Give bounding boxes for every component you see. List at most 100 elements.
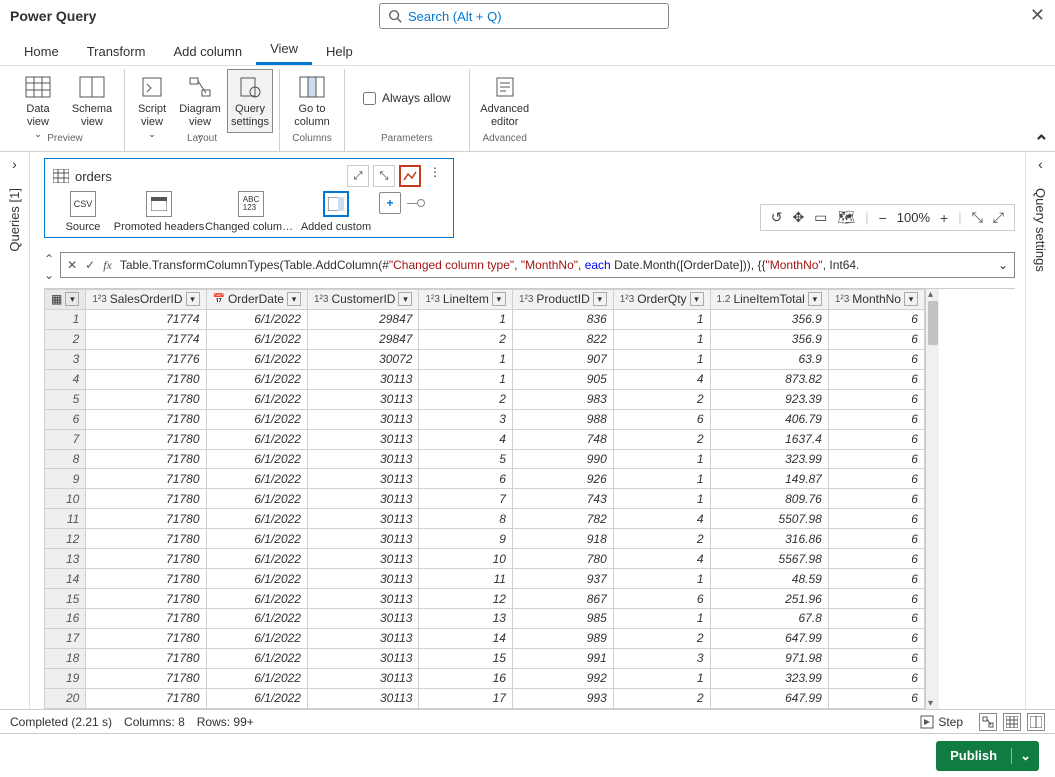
more-options-icon[interactable]: ⋮ [425, 165, 445, 187]
cell[interactable]: 71780 [86, 409, 206, 429]
table-row[interactable]: 14717806/1/20223011311937148.596 [45, 569, 925, 589]
table-row[interactable]: 3717766/1/2022300721907163.96 [45, 349, 925, 369]
formula-bar[interactable]: ✕ ✓ fx Table.TransformColumnTypes(Table.… [60, 252, 1015, 278]
cell[interactable]: 6 [828, 668, 924, 688]
table-row[interactable]: 13717806/1/2022301131078045567.986 [45, 549, 925, 569]
fit-screen-icon[interactable]: ▭ [814, 209, 827, 226]
pan-icon[interactable]: ✥ [792, 209, 804, 226]
table-row[interactable]: 11717806/1/202230113878245507.986 [45, 509, 925, 529]
column-header-LineItem[interactable]: 1²3LineItem▾ [419, 290, 512, 310]
cell[interactable]: 6/1/2022 [206, 668, 307, 688]
column-header-MonthNo[interactable]: 1²3MonthNo▾ [828, 290, 924, 310]
queries-panel-label[interactable]: Queries [1] [7, 188, 22, 252]
table-row[interactable]: 10717806/1/20223011377431809.766 [45, 489, 925, 509]
cell[interactable]: 71780 [86, 449, 206, 469]
grid-mode-icon[interactable] [1003, 713, 1021, 731]
scroll-thumb[interactable] [928, 301, 938, 345]
cell[interactable]: 30113 [307, 589, 418, 609]
cell[interactable]: 6/1/2022 [206, 349, 307, 369]
cell[interactable]: 1 [613, 489, 710, 509]
table-row[interactable]: 5717806/1/20223011329832923.396 [45, 389, 925, 409]
cell[interactable]: 63.9 [710, 349, 828, 369]
cell[interactable]: 6/1/2022 [206, 409, 307, 429]
schema-mode-icon[interactable] [1027, 713, 1045, 731]
cell[interactable]: 30113 [307, 609, 418, 629]
cancel-formula-icon[interactable]: ✕ [67, 258, 77, 272]
cell[interactable]: 918 [512, 529, 613, 549]
cell[interactable]: 1 [613, 349, 710, 369]
cell[interactable]: 30113 [307, 529, 418, 549]
cell[interactable]: 30113 [307, 648, 418, 668]
add-step-button[interactable]: + [379, 192, 401, 214]
cell[interactable]: 5 [419, 449, 512, 469]
cell[interactable]: 9 [419, 529, 512, 549]
row-number-header[interactable]: ▦▾ [45, 290, 86, 310]
corner-dropdown-icon[interactable]: ▾ [65, 292, 79, 306]
cell[interactable]: 748 [512, 429, 613, 449]
cell[interactable]: 6 [828, 309, 924, 329]
table-row[interactable]: 4717806/1/20223011319054873.826 [45, 369, 925, 389]
fullscreen-icon[interactable]: ⤢ [993, 209, 1004, 226]
cell[interactable]: 1 [613, 569, 710, 589]
cell[interactable]: 323.99 [710, 449, 828, 469]
cell[interactable]: 6/1/2022 [206, 369, 307, 389]
query-settings-panel-label[interactable]: Query settings [1033, 188, 1048, 272]
column-profile-icon[interactable] [399, 165, 421, 187]
column-header-CustomerID[interactable]: 1²3CustomerID▾ [307, 290, 418, 310]
schema-view-button[interactable]: Schema view [66, 69, 118, 133]
cell[interactable]: 316.86 [710, 529, 828, 549]
cell[interactable]: 12 [419, 589, 512, 609]
cell[interactable]: 4 [419, 429, 512, 449]
expand-settings-icon[interactable]: ‹ [1038, 156, 1043, 172]
cell[interactable]: 30113 [307, 409, 418, 429]
cell[interactable]: 13 [419, 609, 512, 629]
zoom-out-icon[interactable]: − [879, 210, 887, 226]
scroll-up-icon[interactable]: ▴ [928, 289, 933, 300]
always-allow-input[interactable] [363, 92, 376, 105]
cell[interactable]: 991 [512, 648, 613, 668]
cell[interactable]: 71780 [86, 609, 206, 629]
cell[interactable]: 71780 [86, 429, 206, 449]
cell[interactable]: 1 [613, 309, 710, 329]
cell[interactable]: 4 [613, 549, 710, 569]
expand-queries-icon[interactable]: › [12, 156, 17, 172]
table-row[interactable]: 1717746/1/20222984718361356.96 [45, 309, 925, 329]
cell[interactable]: 867 [512, 589, 613, 609]
cell[interactable]: 30113 [307, 628, 418, 648]
tab-help[interactable]: Help [312, 38, 367, 65]
cell[interactable]: 6/1/2022 [206, 569, 307, 589]
cell[interactable]: 780 [512, 549, 613, 569]
step-button[interactable]: Step [916, 715, 967, 729]
cell[interactable]: 6 [828, 529, 924, 549]
table-row[interactable]: 17717806/1/202230113149892647.996 [45, 628, 925, 648]
cell[interactable]: 2 [419, 329, 512, 349]
cell[interactable]: 6 [828, 589, 924, 609]
cell[interactable]: 971.98 [710, 648, 828, 668]
formula-up-icon[interactable]: ⌃ [44, 252, 54, 266]
tab-add-column[interactable]: Add column [159, 38, 256, 65]
cell[interactable]: 71776 [86, 349, 206, 369]
cell[interactable]: 6/1/2022 [206, 429, 307, 449]
cell[interactable]: 71774 [86, 329, 206, 349]
cell[interactable]: 2 [613, 628, 710, 648]
cell[interactable]: 356.9 [710, 309, 828, 329]
cell[interactable]: 5567.98 [710, 549, 828, 569]
cell[interactable]: 30113 [307, 509, 418, 529]
cell[interactable]: 873.82 [710, 369, 828, 389]
diagram-mode-icon[interactable] [979, 713, 997, 731]
fx-icon[interactable]: fx [103, 258, 112, 273]
table-row[interactable]: 12717806/1/20223011399182316.866 [45, 529, 925, 549]
cell[interactable]: 3 [613, 648, 710, 668]
formula-down-icon[interactable]: ⌄ [44, 268, 54, 282]
cell[interactable]: 149.87 [710, 469, 828, 489]
cell[interactable]: 6/1/2022 [206, 329, 307, 349]
cell[interactable]: 983 [512, 389, 613, 409]
cell[interactable]: 6 [828, 569, 924, 589]
step-source[interactable]: CSV Source [53, 191, 113, 233]
step-changed-column[interactable]: ABC123 Changed column... [205, 191, 297, 233]
cell[interactable]: 836 [512, 309, 613, 329]
cell[interactable]: 5507.98 [710, 509, 828, 529]
collapse-step-icon[interactable]: ⤡ [373, 165, 395, 187]
cell[interactable]: 17 [419, 688, 512, 708]
cell[interactable]: 1 [419, 349, 512, 369]
